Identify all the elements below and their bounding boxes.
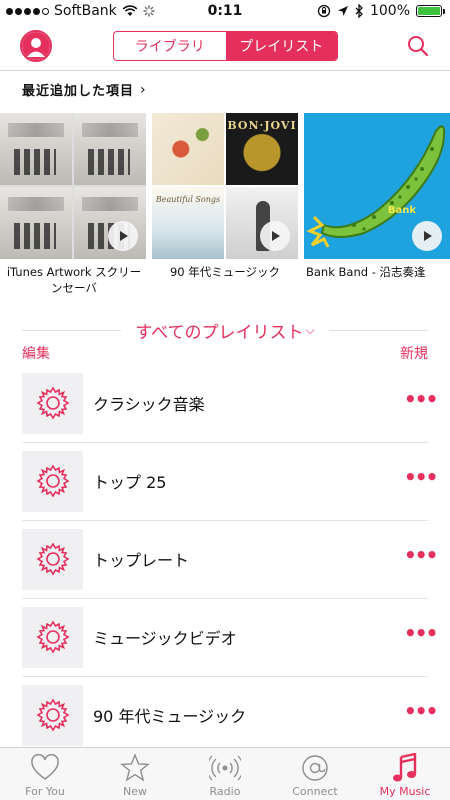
bank-art-text: Bank [387,205,416,216]
search-icon[interactable] [406,34,430,58]
segment-library[interactable]: ライブラリ [114,32,226,60]
edit-button[interactable]: 編集 [22,343,50,363]
status-left: SoftBank [0,3,170,19]
album-art-itunes-artwork[interactable] [0,113,146,259]
gear-icon [35,620,70,654]
play-button[interactable] [108,221,138,251]
playlist-row[interactable]: 90 年代ミュージック ••• [22,676,438,754]
play-icon [424,231,432,241]
nav-bar: ライブラリ プレイリスト [0,22,450,70]
smart-playlist-thumbnail [22,684,83,746]
tab-label: Radio [209,785,241,798]
at-icon [302,755,328,781]
tab-label: My Music [379,785,431,798]
beautiful-songs-art-text: Beautiful Songs [155,195,221,204]
status-right: 100% [280,3,450,19]
album-title[interactable]: iTunes Artwork スクリーンセーバ [4,264,144,296]
battery-icon [416,5,445,17]
activity-spinner-icon [143,5,155,17]
play-icon [120,231,128,241]
segment-playlists[interactable]: プレイリスト [225,32,337,60]
smart-playlist-thumbnail [22,450,83,512]
tab-label: Connect [292,785,338,798]
all-playlists-header: すべてのプレイリスト ⌵ [22,318,428,343]
recently-added-header[interactable]: 最近追加した項目 › [22,80,147,100]
tab-bar: For You New Radio Connect My Music [0,747,450,800]
status-bar: SoftBank 0:11 100% [0,0,450,22]
more-options-button[interactable]: ••• [404,623,438,645]
album-title[interactable]: Bank Band - 沿志奏逢 [306,264,450,280]
playlist-row[interactable]: トップレート ••• [22,520,438,598]
profile-button[interactable] [20,30,52,62]
divider [328,329,428,331]
smart-playlist-thumbnail [22,372,83,434]
battery-percent: 100% [369,3,410,19]
more-options-button[interactable]: ••• [404,545,438,567]
playlist-name: クラシック音楽 [93,395,205,414]
playlist-name: 90 年代ミュージック [93,707,247,726]
tab-my-music[interactable]: My Music [360,748,450,800]
gear-icon [35,698,70,732]
gear-icon [35,464,70,498]
playlist-row[interactable]: クラシック音楽 ••• [22,364,438,442]
music-note-icon [393,753,417,782]
status-time: 0:11 [207,3,243,19]
album-art-bank-band[interactable]: Bank [304,113,450,259]
more-options-button[interactable]: ••• [404,389,438,411]
library-playlist-segmented-control: ライブラリ プレイリスト [113,31,338,61]
tab-label: For You [25,785,65,798]
star-icon [120,753,150,782]
playlist-row[interactable]: ミュージックビデオ ••• [22,598,438,676]
recently-added-title: 最近追加した項目 [22,84,135,99]
playlist-name: トップ 25 [93,473,167,492]
chevron-down-icon: ⌵ [305,322,315,337]
heart-icon [31,754,59,780]
play-button[interactable] [412,221,442,251]
all-playlists-filter[interactable]: すべてのプレイリスト ⌵ [121,318,328,343]
nav-divider [0,70,450,71]
playlist-row[interactable]: トップ 25 ••• [22,442,438,520]
tab-label: New [123,785,147,798]
gear-icon [35,542,70,576]
more-options-button[interactable]: ••• [404,701,438,723]
gear-icon [35,386,70,420]
wifi-icon [122,5,138,16]
smart-playlist-thumbnail [22,528,83,590]
divider [22,329,122,331]
album-title[interactable]: 90 年代ミュージック [152,264,298,280]
play-button[interactable] [260,221,290,251]
bon-jovi-art-text: BON·JOVI [227,119,297,132]
signal-strength-icon [6,7,49,15]
tab-connect[interactable]: Connect [270,748,360,800]
album-art-90s-music[interactable]: BON·JOVI Beautiful Songs [152,113,298,259]
smart-playlist-thumbnail [22,606,83,668]
rotation-lock-icon [317,4,331,18]
tab-new[interactable]: New [90,748,180,800]
bluetooth-icon [355,4,363,18]
playlist-name: ミュージックビデオ [93,629,237,648]
tab-for-you[interactable]: For You [0,748,90,800]
profile-icon [22,32,50,60]
chevron-right-icon: › [140,81,147,98]
all-playlists-title: すべてのプレイリスト [135,322,304,343]
carrier-name: SoftBank [54,3,117,19]
more-options-button[interactable]: ••• [404,467,438,489]
new-playlist-button[interactable]: 新規 [400,343,428,363]
playlist-name: トップレート [93,551,190,570]
tab-radio[interactable]: Radio [180,748,270,800]
radio-icon [209,755,241,781]
location-icon [337,6,348,16]
play-icon [272,231,280,241]
